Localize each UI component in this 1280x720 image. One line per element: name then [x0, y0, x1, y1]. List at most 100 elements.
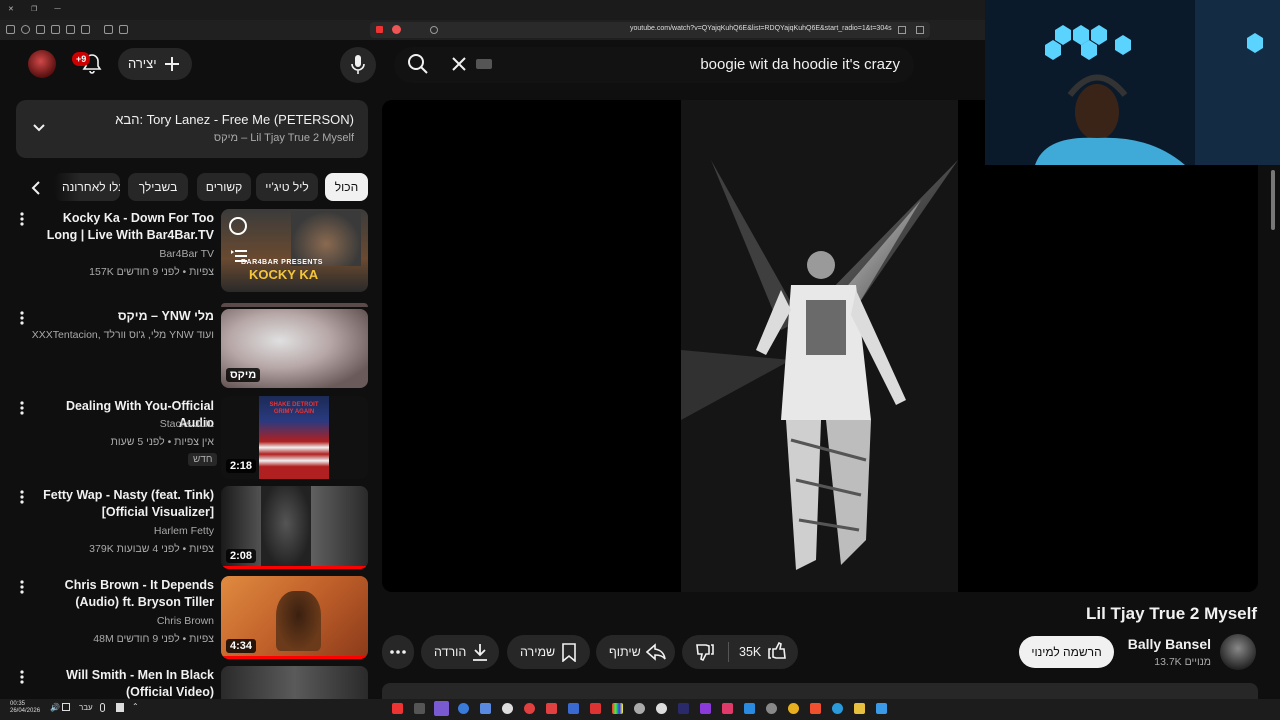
video-thumbnail[interactable]: מיקס [221, 309, 368, 388]
more-options-icon[interactable] [18, 669, 26, 685]
taskbar-app-icon[interactable] [458, 703, 469, 714]
more-actions-button[interactable] [382, 635, 414, 669]
taskbar-app-icon[interactable] [788, 703, 799, 714]
video-frame[interactable] [681, 100, 958, 592]
video-thumbnail[interactable]: 2:08 [221, 486, 368, 569]
subscribe-button[interactable]: הרשמה למינוי [1019, 636, 1114, 668]
dislike-button[interactable] [682, 635, 728, 669]
network-icon[interactable] [62, 703, 70, 711]
chip-for-you[interactable]: בשבילך [128, 173, 188, 201]
taskbar-app-icon[interactable] [392, 703, 403, 714]
video-channel[interactable]: Bar4Bar TV [30, 245, 214, 263]
video-thumbnail[interactable]: 4:34 [221, 576, 368, 659]
voice-search-button[interactable] [340, 47, 376, 83]
window-restore-icon[interactable]: ❐ [31, 5, 37, 13]
video-channel[interactable]: Stacks JLIL [30, 415, 214, 433]
menu-icon[interactable] [6, 25, 15, 34]
taskbar-app-icon[interactable] [590, 703, 601, 714]
window-close-icon[interactable]: ✕ [8, 5, 14, 13]
taskbar-app-icon[interactable] [876, 703, 887, 714]
reload-icon[interactable] [430, 26, 438, 34]
watch-later-clock-icon[interactable] [229, 217, 247, 235]
taskbar-app-icon[interactable] [546, 703, 557, 714]
video-player[interactable] [382, 100, 1258, 592]
volume-icon[interactable]: 🔊 [50, 703, 60, 712]
chip-related[interactable]: קשורים [197, 173, 251, 201]
video-thumbnail[interactable]: SHAKE DETROIT GRIMY AGAIN 2:18 [221, 396, 368, 479]
like-dislike-group: 35K [682, 635, 798, 669]
video-title[interactable]: מיקס – YNW מלי [30, 308, 214, 325]
video-channel[interactable]: Chris Brown [30, 612, 214, 630]
chevron-up-icon[interactable]: ⌃ [132, 702, 139, 711]
video-thumbnail[interactable] [221, 666, 368, 699]
account-avatar[interactable] [28, 50, 56, 78]
video-channel[interactable]: Harlem Fetty [30, 522, 214, 540]
music-icon[interactable] [81, 25, 90, 34]
sidebar-icon[interactable] [119, 25, 128, 34]
description-box[interactable] [382, 683, 1258, 699]
rewards-icon[interactable] [392, 25, 401, 34]
window-icon[interactable] [51, 25, 60, 34]
taskbar-app-icon[interactable] [568, 703, 579, 714]
taskbar-app-icon[interactable] [480, 703, 491, 714]
url-text[interactable]: youtube.com/watch?v=QYajqKuhQ6E&list=RDQ… [630, 25, 892, 32]
video-channel[interactable]: XXXTentacion, מלי, ג'וס וורלד YNW ועוד [30, 326, 214, 344]
chip-all[interactable]: הכול [325, 173, 368, 201]
notification-count-badge: +9 [72, 52, 91, 66]
clear-search-icon[interactable] [451, 56, 467, 72]
extension-icon[interactable] [36, 25, 45, 34]
more-options-icon[interactable] [18, 211, 26, 227]
tray-app-icon[interactable] [116, 703, 124, 712]
taskbar-app-icon[interactable] [744, 703, 755, 714]
taskbar-app-icon[interactable] [700, 703, 711, 714]
taskbar-app-icon[interactable] [678, 703, 689, 714]
add-to-queue-icon[interactable] [231, 249, 247, 263]
page-scrollbar[interactable] [1271, 170, 1275, 230]
search-input[interactable]: boogie wit da hoodie it's crazy [600, 56, 900, 73]
screenshot-icon[interactable] [104, 25, 113, 34]
taskbar-app-icon[interactable] [434, 701, 449, 716]
chip-lil-tjay[interactable]: ליל טיג'יי [256, 173, 318, 201]
download-button[interactable]: הורדה [421, 635, 499, 669]
taskbar-app-icon[interactable] [656, 703, 667, 714]
location-icon[interactable] [21, 25, 30, 34]
mic-tray-icon[interactable] [100, 703, 105, 712]
search-icon[interactable] [406, 52, 430, 76]
taskbar-app-icon[interactable] [612, 703, 623, 714]
chevron-down-icon[interactable] [32, 121, 46, 135]
bookmark-icon[interactable] [898, 26, 906, 34]
up-next-panel[interactable] [16, 100, 368, 158]
taskbar-app-icon[interactable] [524, 703, 535, 714]
video-thumbnail[interactable]: BAR4BAR PRESENTS KOCKY KA [221, 209, 368, 292]
tab-icon[interactable] [66, 25, 75, 34]
copy-icon[interactable] [916, 26, 924, 34]
more-options-icon[interactable] [18, 579, 26, 595]
channel-avatar[interactable] [1220, 634, 1256, 670]
video-title[interactable]: Fetty Wap - Nasty (feat. Tink) [Official… [30, 487, 214, 521]
language-indicator[interactable]: עבר [79, 703, 93, 712]
chip-recently-uploaded[interactable]: הועלו לאחרונה [54, 173, 120, 201]
taskbar-app-icon[interactable] [810, 703, 821, 714]
taskbar-app-icon[interactable] [722, 703, 733, 714]
video-title[interactable]: Chris Brown - It Depends (Audio) ft. Bry… [30, 577, 214, 611]
more-options-icon[interactable] [18, 400, 26, 416]
channel-name[interactable]: Bally Bansel [1100, 636, 1211, 652]
taskbar-clock[interactable]: 00:35 26/04/2026 [10, 701, 40, 715]
chevron-left-icon[interactable] [28, 180, 44, 196]
taskbar-app-icon[interactable] [414, 703, 425, 714]
brave-shield-icon[interactable] [376, 26, 383, 33]
save-button[interactable]: שמירה [507, 635, 590, 669]
more-options-icon[interactable] [18, 310, 26, 326]
video-title[interactable]: Kocky Ka - Down For Too Long | Live With… [30, 210, 214, 244]
more-options-icon[interactable] [18, 489, 26, 505]
taskbar-app-icon[interactable] [832, 703, 843, 714]
share-button[interactable]: שיתוף [596, 635, 675, 669]
video-title[interactable]: Will Smith - Men In Black (Official Vide… [30, 667, 214, 699]
taskbar-app-icon[interactable] [766, 703, 777, 714]
taskbar-app-icon[interactable] [854, 703, 865, 714]
keyboard-icon[interactable] [476, 59, 492, 69]
taskbar-app-icon[interactable] [634, 703, 645, 714]
taskbar-app-icon[interactable] [502, 703, 513, 714]
window-minimize-icon[interactable]: — [54, 4, 61, 12]
like-button[interactable]: 35K [729, 635, 798, 669]
